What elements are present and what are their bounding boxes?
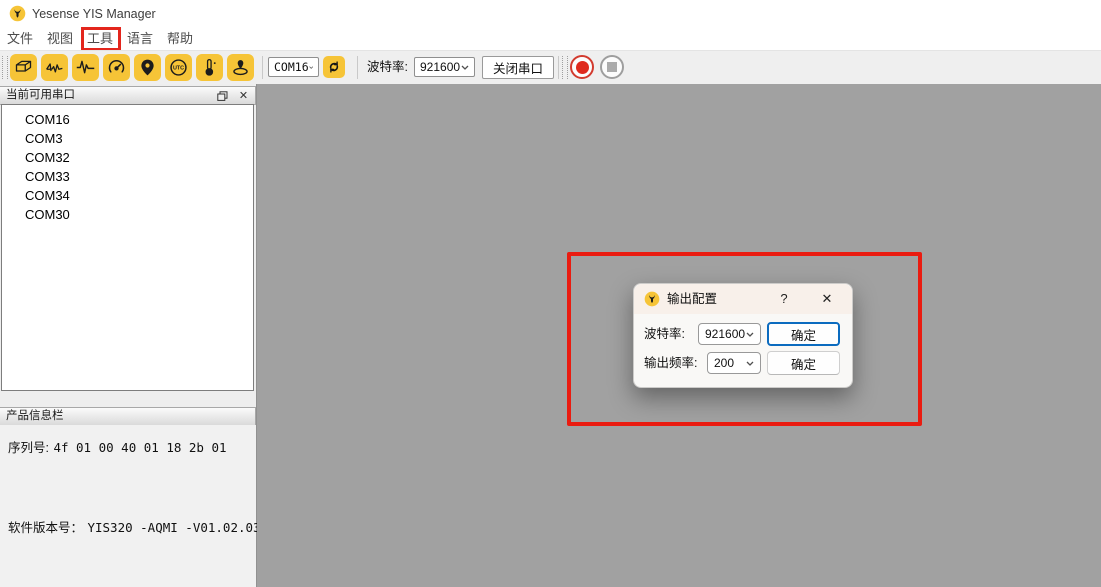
- software-version-label: 软件版本号：: [8, 521, 83, 535]
- menu-view[interactable]: 视图: [40, 28, 80, 50]
- dialog-freq-ok-button[interactable]: 确定: [767, 351, 840, 375]
- stop-square-icon: [607, 62, 617, 72]
- refresh-ports-icon[interactable]: [323, 56, 345, 78]
- dialog-baud-select[interactable]: 921600: [698, 323, 761, 345]
- record-button[interactable]: [570, 55, 594, 79]
- gauge-icon[interactable]: [103, 54, 130, 81]
- dialog-freq-value: 200: [714, 356, 734, 370]
- toolbar: UTC COM16: [0, 51, 1101, 84]
- dialog-title: 输出配置: [667, 284, 717, 314]
- serial-number-value: 4f 01 00 40 01 18 2b 01: [53, 440, 226, 455]
- window-title: Yesense YIS Manager: [32, 0, 156, 28]
- dialog-help-button[interactable]: ?: [773, 284, 795, 314]
- utc-clock-label: UTC: [173, 66, 184, 72]
- output-config-dialog: 输出配置 ? ✕ 波特率: 921600 确定 输出频率: 200 确定: [633, 283, 853, 388]
- menu-tools[interactable]: 工具: [80, 28, 120, 50]
- yesense-logo-icon: [9, 5, 26, 22]
- menu-bar: 文件 视图 工具 语言 帮助: [0, 28, 1101, 50]
- float-panel-icon[interactable]: [216, 90, 229, 103]
- software-version-value: YIS320 -AQMI -V01.02.03;: [87, 520, 268, 535]
- close-serial-port-button[interactable]: 关闭串口: [482, 56, 554, 79]
- toolbar-grip-handle[interactable]: [562, 56, 568, 79]
- software-version-line: 软件版本号： YIS320 -AQMI -V01.02.03;: [8, 517, 268, 537]
- serial-ports-dock: 当前可用串口 ✕ COM16 COM3 COM32 COM33 COM34 CO…: [0, 84, 257, 587]
- menu-file[interactable]: 文件: [0, 28, 40, 50]
- stop-button[interactable]: [600, 55, 624, 79]
- yesense-logo-icon: [644, 291, 660, 307]
- toolbar-separator: [357, 56, 358, 79]
- baud-rate-label: 波特率:: [367, 51, 408, 84]
- chevron-down-icon: [461, 65, 469, 70]
- toolbar-separator: [558, 56, 559, 79]
- ports-panel-title: 当前可用串口: [6, 89, 75, 101]
- menu-language[interactable]: 语言: [120, 28, 160, 50]
- product-info-title: 产品信息栏: [6, 410, 64, 422]
- ports-panel-header: 当前可用串口 ✕: [0, 86, 256, 105]
- pulse-wave-icon[interactable]: [72, 54, 99, 81]
- chevron-down-icon: [309, 65, 313, 70]
- product-info-header: 产品信息栏: [0, 407, 256, 426]
- chevron-down-icon: [746, 332, 754, 337]
- attitude-wave-icon[interactable]: [41, 54, 68, 81]
- dialog-baud-value: 921600: [705, 327, 745, 341]
- port-list: COM16 COM3 COM32 COM33 COM34 COM30: [1, 104, 254, 391]
- dialog-freq-select[interactable]: 200: [707, 352, 761, 374]
- dialog-title-bar: 输出配置 ? ✕: [634, 284, 852, 314]
- dialog-freq-label: 输出频率:: [644, 352, 697, 374]
- port-list-item[interactable]: COM32: [2, 148, 253, 167]
- location-pin-icon[interactable]: [134, 54, 161, 81]
- port-list-item[interactable]: COM34: [2, 186, 253, 205]
- baud-rate-select[interactable]: 921600: [414, 57, 475, 77]
- dialog-baud-label: 波特率:: [644, 323, 685, 345]
- toolbar-grip-handle[interactable]: [2, 56, 8, 79]
- serial-number-label: 序列号:: [8, 441, 49, 455]
- pressure-icon[interactable]: [227, 54, 254, 81]
- port-list-item[interactable]: COM30: [2, 205, 253, 224]
- com-port-select[interactable]: COM16: [268, 57, 319, 77]
- close-panel-icon[interactable]: ✕: [237, 90, 250, 103]
- thermometer-icon[interactable]: [196, 54, 223, 81]
- com-port-value: COM16: [274, 60, 309, 74]
- port-list-item[interactable]: COM16: [2, 110, 253, 129]
- app-window: Yesense YIS Manager 文件 视图 工具 语言 帮助: [0, 0, 1101, 587]
- dialog-close-icon[interactable]: ✕: [816, 284, 838, 314]
- record-dot-icon: [576, 61, 589, 74]
- toolbar-separator: [262, 56, 263, 79]
- title-bar: Yesense YIS Manager: [0, 0, 1101, 28]
- baud-rate-value: 921600: [420, 60, 460, 74]
- dialog-baud-ok-button[interactable]: 确定: [767, 322, 840, 346]
- port-list-item[interactable]: COM33: [2, 167, 253, 186]
- menu-help[interactable]: 帮助: [160, 28, 200, 50]
- utc-clock-icon[interactable]: UTC: [165, 54, 192, 81]
- 3d-box-icon[interactable]: [10, 54, 37, 81]
- chevron-down-icon: [746, 361, 754, 366]
- product-info-area: 序列号: 4f 01 00 40 01 18 2b 01 软件版本号： YIS3…: [0, 425, 256, 587]
- port-list-item[interactable]: COM3: [2, 129, 253, 148]
- serial-number-line: 序列号: 4f 01 00 40 01 18 2b 01: [8, 437, 227, 457]
